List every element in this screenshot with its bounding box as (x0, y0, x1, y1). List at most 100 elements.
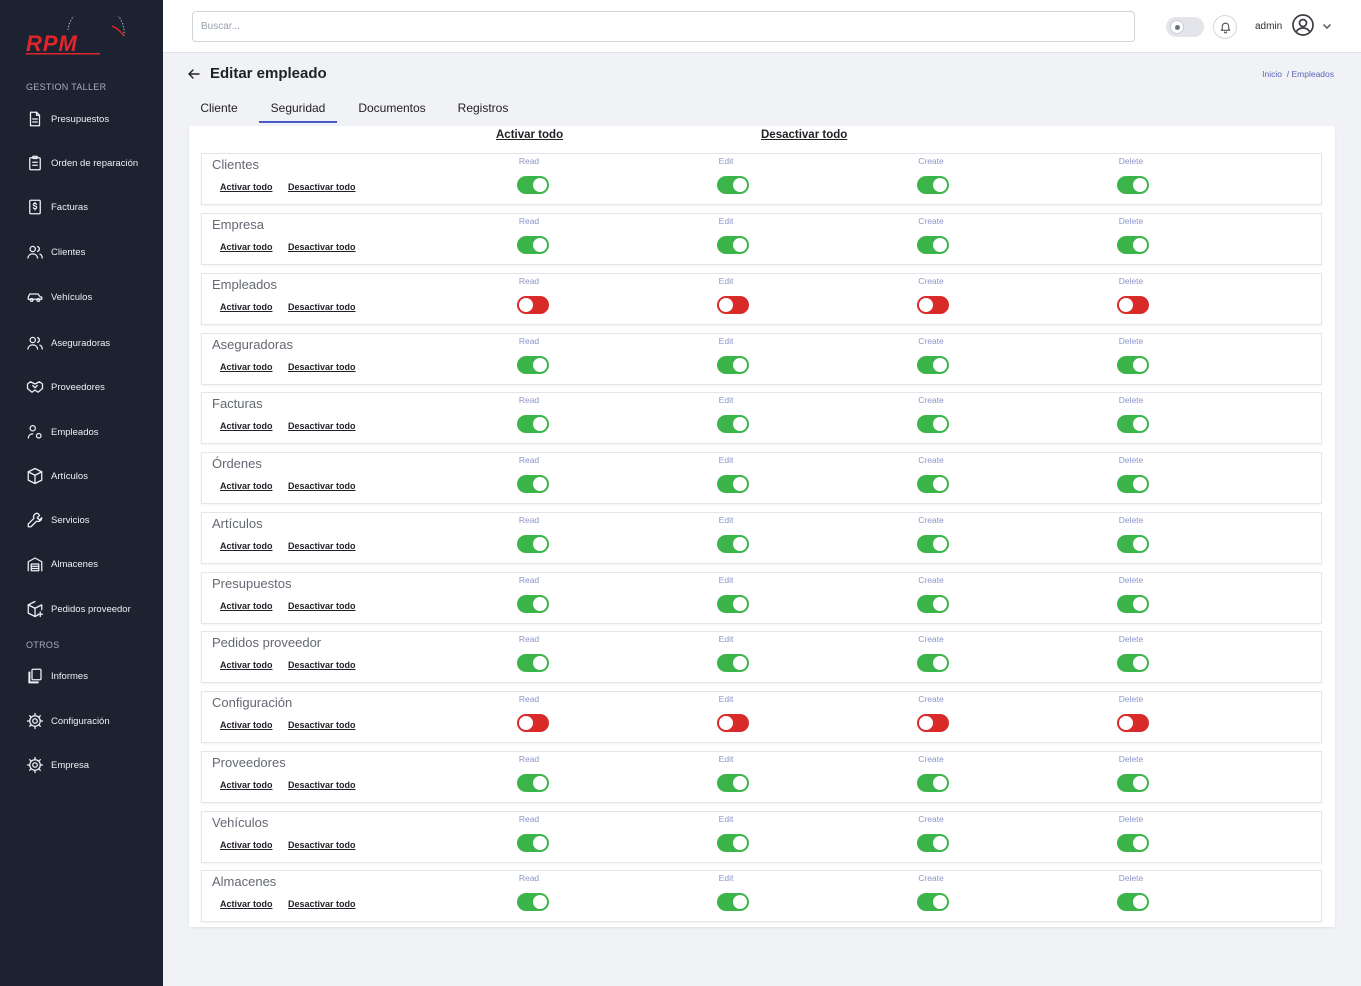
sidebar-item-informes[interactable]: Informes (26, 664, 156, 688)
permission-toggle-delete[interactable] (1117, 296, 1149, 314)
row-deactivate-all-button[interactable]: Desactivar todo (288, 541, 356, 551)
row-deactivate-all-button[interactable]: Desactivar todo (288, 720, 356, 730)
row-activate-all-button[interactable]: Activar todo (220, 242, 273, 252)
row-deactivate-all-button[interactable]: Desactivar todo (288, 780, 356, 790)
sidebar-item-servicios[interactable]: Servicios (26, 508, 156, 532)
row-activate-all-button[interactable]: Activar todo (220, 899, 273, 909)
sidebar-item-empleados[interactable]: Empleados (26, 420, 156, 444)
permission-toggle-read[interactable] (517, 654, 549, 672)
permission-toggle-create[interactable] (917, 834, 949, 852)
permission-toggle-read[interactable] (517, 475, 549, 493)
sidebar-item-orden-de-reparacion[interactable]: Orden de reparación (26, 151, 156, 175)
sidebar-item-vehiculos[interactable]: Vehículos (26, 285, 156, 309)
permission-toggle-create[interactable] (917, 535, 949, 553)
permission-toggle-edit[interactable] (717, 893, 749, 911)
permission-toggle-delete[interactable] (1117, 475, 1149, 493)
user-name[interactable]: admin (1255, 21, 1282, 32)
permission-toggle-edit[interactable] (717, 176, 749, 194)
row-deactivate-all-button[interactable]: Desactivar todo (288, 899, 356, 909)
permission-toggle-create[interactable] (917, 595, 949, 613)
breadcrumb-home[interactable]: Inicio (1262, 69, 1282, 79)
permission-toggle-delete[interactable] (1117, 356, 1149, 374)
tab-documentos[interactable]: Documentos (349, 93, 435, 123)
permission-toggle-read[interactable] (517, 893, 549, 911)
permission-toggle-edit[interactable] (717, 595, 749, 613)
theme-toggle[interactable] (1166, 17, 1204, 37)
permission-toggle-read[interactable] (517, 595, 549, 613)
permission-toggle-create[interactable] (917, 714, 949, 732)
permission-toggle-delete[interactable] (1117, 535, 1149, 553)
permission-toggle-edit[interactable] (717, 535, 749, 553)
permission-toggle-edit[interactable] (717, 654, 749, 672)
user-avatar-icon[interactable] (1291, 13, 1315, 37)
permission-toggle-read[interactable] (517, 834, 549, 852)
search-input[interactable] (192, 11, 1135, 42)
permission-toggle-edit[interactable] (717, 714, 749, 732)
permission-toggle-delete[interactable] (1117, 654, 1149, 672)
sidebar-item-aseguradoras[interactable]: Aseguradoras (26, 331, 156, 355)
row-deactivate-all-button[interactable]: Desactivar todo (288, 840, 356, 850)
permission-toggle-edit[interactable] (717, 356, 749, 374)
permission-toggle-edit[interactable] (717, 834, 749, 852)
sidebar-item-presupuestos[interactable]: Presupuestos (26, 107, 156, 131)
tab-seguridad[interactable]: Seguridad (259, 93, 337, 123)
row-deactivate-all-button[interactable]: Desactivar todo (288, 481, 356, 491)
sidebar-item-empresa[interactable]: Empresa (26, 753, 156, 777)
permission-toggle-edit[interactable] (717, 236, 749, 254)
permission-toggle-create[interactable] (917, 774, 949, 792)
permission-toggle-delete[interactable] (1117, 834, 1149, 852)
sidebar-item-configuracion[interactable]: Configuración (26, 709, 156, 733)
row-activate-all-button[interactable]: Activar todo (220, 541, 273, 551)
back-arrow-icon[interactable] (187, 67, 201, 81)
row-deactivate-all-button[interactable]: Desactivar todo (288, 242, 356, 252)
permission-toggle-edit[interactable] (717, 415, 749, 433)
permission-toggle-read[interactable] (517, 236, 549, 254)
permission-toggle-delete[interactable] (1117, 236, 1149, 254)
activate-all-button[interactable]: Activar todo (496, 129, 563, 141)
row-activate-all-button[interactable]: Activar todo (220, 421, 273, 431)
permission-toggle-create[interactable] (917, 356, 949, 374)
permission-toggle-create[interactable] (917, 415, 949, 433)
sidebar-item-pedidos-proveedor[interactable]: Pedidos proveedor (26, 597, 156, 621)
breadcrumb-empleados[interactable]: / Empleados (1287, 69, 1334, 79)
row-activate-all-button[interactable]: Activar todo (220, 660, 273, 670)
row-activate-all-button[interactable]: Activar todo (220, 481, 273, 491)
permission-toggle-read[interactable] (517, 296, 549, 314)
permission-toggle-create[interactable] (917, 296, 949, 314)
sidebar-item-almacenes[interactable]: Almacenes (26, 552, 156, 576)
permission-toggle-edit[interactable] (717, 774, 749, 792)
row-activate-all-button[interactable]: Activar todo (220, 182, 273, 192)
tab-registros[interactable]: Registros (447, 93, 519, 123)
permission-toggle-read[interactable] (517, 535, 549, 553)
row-deactivate-all-button[interactable]: Desactivar todo (288, 302, 356, 312)
sidebar-item-proveedores[interactable]: Proveedores (26, 375, 156, 399)
permission-toggle-create[interactable] (917, 654, 949, 672)
row-activate-all-button[interactable]: Activar todo (220, 780, 273, 790)
permission-toggle-create[interactable] (917, 893, 949, 911)
permission-toggle-delete[interactable] (1117, 595, 1149, 613)
chevron-down-icon[interactable] (1321, 20, 1333, 32)
permission-toggle-edit[interactable] (717, 475, 749, 493)
permission-toggle-edit[interactable] (717, 296, 749, 314)
permission-toggle-read[interactable] (517, 714, 549, 732)
permission-toggle-create[interactable] (917, 236, 949, 254)
row-activate-all-button[interactable]: Activar todo (220, 601, 273, 611)
permission-toggle-delete[interactable] (1117, 774, 1149, 792)
row-activate-all-button[interactable]: Activar todo (220, 302, 273, 312)
sidebar-item-facturas[interactable]: Facturas (26, 195, 156, 219)
row-deactivate-all-button[interactable]: Desactivar todo (288, 362, 356, 372)
tab-cliente[interactable]: Cliente (189, 93, 249, 123)
sidebar-item-articulos[interactable]: Artículos (26, 464, 156, 488)
row-activate-all-button[interactable]: Activar todo (220, 362, 273, 372)
permission-toggle-delete[interactable] (1117, 893, 1149, 911)
permission-toggle-read[interactable] (517, 774, 549, 792)
row-deactivate-all-button[interactable]: Desactivar todo (288, 660, 356, 670)
permission-toggle-read[interactable] (517, 356, 549, 374)
permission-toggle-create[interactable] (917, 475, 949, 493)
row-activate-all-button[interactable]: Activar todo (220, 840, 273, 850)
permission-toggle-delete[interactable] (1117, 176, 1149, 194)
permission-toggle-delete[interactable] (1117, 415, 1149, 433)
row-deactivate-all-button[interactable]: Desactivar todo (288, 421, 356, 431)
row-activate-all-button[interactable]: Activar todo (220, 720, 273, 730)
permission-toggle-read[interactable] (517, 176, 549, 194)
